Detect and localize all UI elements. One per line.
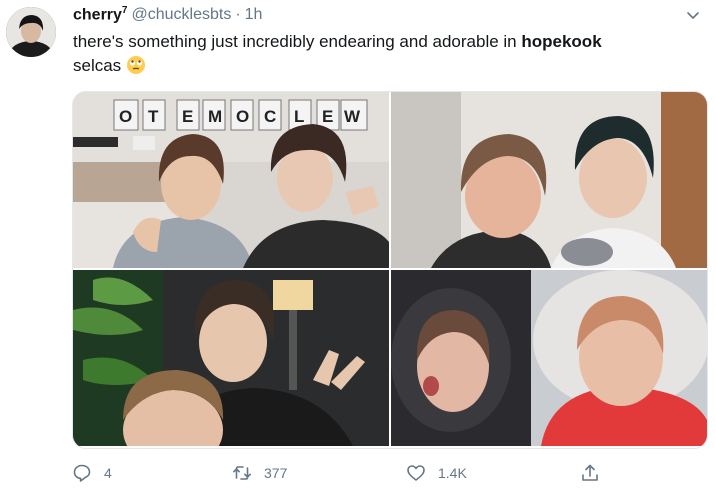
share-icon: [582, 464, 598, 481]
avatar[interactable]: [6, 7, 56, 57]
sign-letter: O: [236, 107, 249, 126]
rolling-eyes-emoji-icon: [126, 56, 145, 74]
sign-letter: T: [148, 107, 159, 126]
tweet-text-part: there's something just incredibly endear…: [73, 32, 522, 51]
sign-letter: M: [208, 107, 222, 126]
sign-letter: C: [264, 107, 276, 126]
author-name[interactable]: cherry7: [73, 5, 127, 24]
retweet-icon: [233, 466, 251, 480]
photo-4-image: [391, 270, 707, 446]
like-count: 1.4K: [438, 465, 467, 481]
tweet-text-part-2: selcas: [73, 56, 122, 75]
photo-3-image: [73, 270, 389, 446]
sign-letter: E: [322, 107, 333, 126]
share-button[interactable]: [580, 458, 612, 488]
like-icon: [407, 465, 425, 481]
sign-letter: O: [119, 107, 132, 126]
sign-letter: L: [294, 107, 304, 126]
author-name-superscript: 7: [121, 5, 128, 17]
tweet-text: there's something just incredibly endear…: [73, 30, 693, 78]
photo-4[interactable]: [391, 270, 707, 446]
photo-2-image: [391, 92, 707, 268]
reply-icon: [73, 464, 91, 482]
photo-1-image: O T E M O C L E W: [73, 92, 389, 268]
caret-down-icon[interactable]: [684, 6, 702, 24]
action-bar: 4 377 1.4K: [72, 458, 672, 488]
photo-3[interactable]: [73, 270, 389, 446]
photo-2[interactable]: [391, 92, 707, 268]
media-grid: O T E M O C L E W: [72, 91, 708, 449]
sign-letter: E: [182, 107, 193, 126]
photo-1[interactable]: O T E M O C L E W: [73, 92, 389, 268]
retweet-button[interactable]: 377: [232, 458, 287, 488]
avatar-image: [6, 7, 56, 57]
tweet[interactable]: cherry7 @chucklesbts · 1h there's someth…: [0, 0, 716, 499]
reply-count: 4: [104, 465, 112, 481]
sign-letter: W: [344, 107, 361, 126]
reply-button[interactable]: 4: [72, 458, 112, 488]
timestamp[interactable]: 1h: [245, 6, 263, 24]
retweet-count: 377: [264, 465, 288, 481]
tweet-header: cherry7 @chucklesbts · 1h: [73, 4, 262, 26]
separator-dot: ·: [235, 6, 241, 23]
like-button[interactable]: 1.4K: [406, 458, 467, 488]
author-handle[interactable]: @chucklesbts: [131, 6, 231, 24]
tweet-text-bold: hopekook: [521, 32, 602, 51]
